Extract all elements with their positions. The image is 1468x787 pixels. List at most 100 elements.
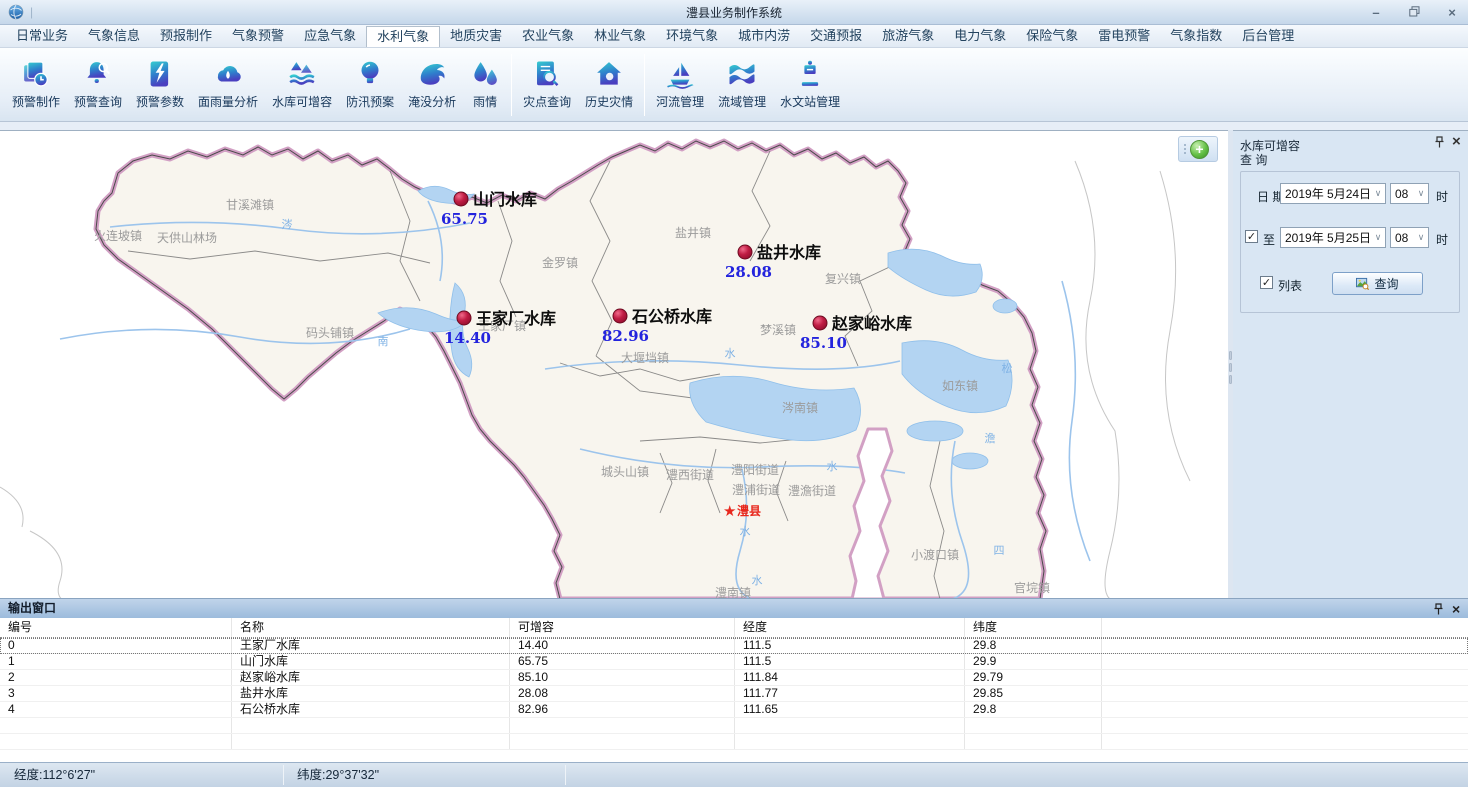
reservoir-marker[interactable] — [738, 245, 752, 259]
menu-item-11[interactable]: 城市内涝 — [728, 25, 800, 47]
tool-doc-search-button[interactable]: 灾点查询 — [516, 55, 578, 114]
reservoir-marker[interactable] — [613, 309, 627, 323]
menu-item-5[interactable]: 应急气象 — [294, 25, 366, 47]
column-header[interactable]: 可增容 — [510, 618, 735, 637]
tool-button-label: 预警参数 — [136, 93, 184, 110]
tool-waves-button[interactable]: 流域管理 — [711, 55, 773, 114]
menu-item-17[interactable]: 气象指数 — [1160, 25, 1232, 47]
column-header[interactable]: 名称 — [232, 618, 510, 637]
table-cell: 赵家峪水库 — [232, 670, 510, 685]
tool-raindrops-button[interactable]: 雨情 — [463, 55, 507, 114]
reservoir-query-panel: 水库可增容 查 询 × 日 期 2019年 5月24日 ∨ 08 ∨ 时 ✓ 至… — [1233, 130, 1468, 598]
from-date-select[interactable]: 2019年 5月24日 ∨ — [1280, 183, 1386, 204]
county-seat-star-icon: ★ — [723, 503, 736, 520]
table-cell: 111.65 — [735, 702, 965, 717]
to-label: 至 — [1263, 231, 1275, 248]
river-label: 松 — [1002, 361, 1013, 375]
menu-item-3[interactable]: 预报制作 — [150, 25, 222, 47]
reservoir-capacity-value: 28.08 — [725, 263, 772, 281]
query-button[interactable]: 查询 — [1332, 272, 1423, 295]
minimize-button[interactable]: – — [1366, 5, 1386, 20]
menu-item-10[interactable]: 环境气象 — [656, 25, 728, 47]
menu-item-9[interactable]: 林业气象 — [584, 25, 656, 47]
table-row[interactable] — [0, 718, 1468, 734]
table-row[interactable] — [0, 734, 1468, 750]
table-row[interactable]: 1山门水库65.75111.529.9 — [0, 654, 1468, 670]
tool-pages-clock-button[interactable]: 预警制作 — [5, 55, 67, 114]
tool-button-label: 流域管理 — [718, 93, 766, 110]
table-cell: 1 — [0, 654, 232, 669]
menu-item-7[interactable]: 地质灾害 — [440, 25, 512, 47]
menu-item-1[interactable]: 日常业务 — [6, 25, 78, 47]
table-cell — [510, 734, 735, 749]
reservoir-marker[interactable] — [454, 192, 468, 206]
table-row[interactable]: 4石公桥水库82.96111.6529.8 — [0, 702, 1468, 718]
pin-icon[interactable] — [1434, 136, 1444, 152]
menu-item-15[interactable]: 保险气象 — [1016, 25, 1088, 47]
list-checkbox[interactable]: ✓ — [1260, 276, 1273, 289]
table-row[interactable]: 3盐井水库28.08111.7729.85 — [0, 686, 1468, 702]
menu-item-8[interactable]: 农业气象 — [512, 25, 584, 47]
zoom-in-button[interactable]: + — [1190, 140, 1209, 159]
tool-house-disaster-button[interactable]: 历史灾情 — [578, 55, 640, 114]
from-hour-select[interactable]: 08 ∨ — [1390, 183, 1429, 204]
table-row[interactable]: 2赵家峪水库85.10111.8429.79 — [0, 670, 1468, 686]
menu-item-18[interactable]: 后台管理 — [1232, 25, 1304, 47]
to-date-value: 2019年 5月25日 — [1281, 229, 1371, 246]
table-cell: 3 — [0, 686, 232, 701]
restore-button[interactable] — [1404, 5, 1424, 20]
table-cell — [0, 718, 232, 733]
bell-search-icon — [83, 59, 113, 89]
menu-item-16[interactable]: 雷电预警 — [1088, 25, 1160, 47]
table-cell-filler — [1102, 638, 1468, 653]
tool-doc-lightning-button[interactable]: 预警参数 — [129, 55, 191, 114]
tool-cloud-rain-button[interactable]: 面雨量分析 — [191, 55, 265, 114]
table-cell: 29.85 — [965, 686, 1102, 701]
panel-close-icon[interactable]: × — [1452, 133, 1461, 150]
column-header[interactable]: 编号 — [0, 618, 232, 637]
reservoir-marker[interactable] — [813, 316, 827, 330]
column-header[interactable]: 纬度 — [965, 618, 1102, 637]
output-close-icon[interactable]: × — [1452, 600, 1460, 619]
town-label: 金罗镇 — [542, 255, 578, 270]
table-cell: 石公桥水库 — [232, 702, 510, 717]
menu-item-13[interactable]: 旅游气象 — [872, 25, 944, 47]
query-button-label: 查询 — [1374, 275, 1398, 292]
chevron-down-icon: ∨ — [1371, 188, 1385, 199]
tool-lightbulb-button[interactable]: 防汛预案 — [339, 55, 401, 114]
tool-hydro-station-button[interactable]: 水文站管理 — [773, 55, 847, 114]
tool-trees-water-button[interactable]: 水库可增容 — [265, 55, 339, 114]
drag-grip-icon[interactable] — [1184, 144, 1186, 154]
table-cell: 85.10 — [510, 670, 735, 685]
pin-icon[interactable] — [1433, 603, 1443, 622]
lightbulb-icon — [355, 59, 385, 89]
column-header[interactable]: 经度 — [735, 618, 965, 637]
menu-item-6[interactable]: 水利气象 — [366, 26, 440, 47]
map-area[interactable]: 甘溪滩镇火连坡镇天供山林场金罗镇盐井镇复兴镇梦溪镇大堰垱镇涔南镇如东镇码头铺镇王… — [0, 130, 1228, 598]
to-checkbox[interactable]: ✓ — [1245, 230, 1258, 243]
town-label: 澧西街道 — [666, 468, 714, 482]
county-seat-label: 澧县 — [737, 503, 761, 518]
table-cell — [232, 718, 510, 733]
town-label: 涔南镇 — [782, 400, 818, 415]
trees-water-icon — [287, 59, 317, 89]
to-hour-select[interactable]: 08 ∨ — [1390, 227, 1429, 248]
from-date-value: 2019年 5月24日 — [1281, 185, 1371, 202]
town-label: 小渡口镇 — [911, 547, 959, 562]
tool-bell-search-button[interactable]: 预警查询 — [67, 55, 129, 114]
close-button[interactable]: × — [1442, 5, 1462, 20]
to-date-select[interactable]: 2019年 5月25日 ∨ — [1280, 227, 1386, 248]
tool-sailboat-button[interactable]: 河流管理 — [649, 55, 711, 114]
menu-item-2[interactable]: 气象信息 — [78, 25, 150, 47]
table-body: 0王家厂水库14.40111.529.81山门水库65.75111.529.92… — [0, 638, 1468, 750]
menu-item-12[interactable]: 交通预报 — [800, 25, 872, 47]
reservoir-marker[interactable] — [457, 311, 471, 325]
toolbar-group-separator — [644, 54, 645, 116]
reservoir-name-label: 盐井水库 — [757, 243, 821, 262]
river-label: 水 — [725, 347, 736, 360]
table-cell: 山门水库 — [232, 654, 510, 669]
tool-wave-button[interactable]: 淹没分析 — [401, 55, 463, 114]
table-row[interactable]: 0王家厂水库14.40111.529.8 — [0, 638, 1468, 654]
menu-item-4[interactable]: 气象预警 — [222, 25, 294, 47]
menu-item-14[interactable]: 电力气象 — [944, 25, 1016, 47]
